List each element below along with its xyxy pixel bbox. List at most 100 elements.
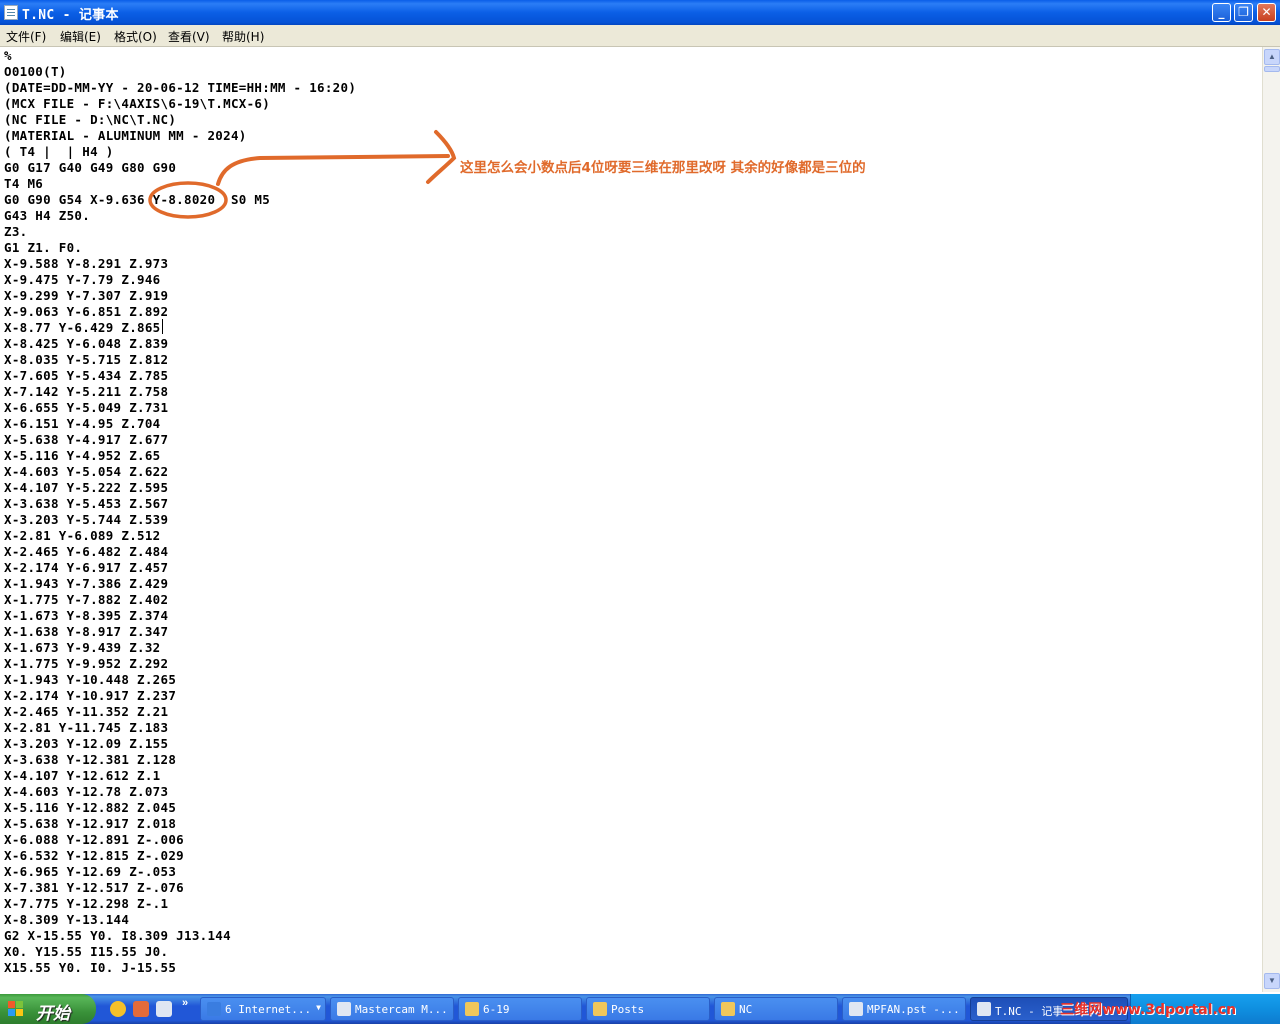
text-line: X-6.532 Y-12.815 Z-.029 — [4, 848, 184, 863]
taskbar-button[interactable]: 6-19 — [458, 997, 582, 1021]
text-line: X-4.603 Y-12.78 Z.073 — [4, 784, 169, 799]
text-line: X-9.063 Y-6.851 Z.892 — [4, 304, 169, 319]
text-line: X-9.299 Y-7.307 Z.919 — [4, 288, 169, 303]
text-line: X-1.673 Y-8.395 Z.374 — [4, 608, 169, 623]
text-line: X-3.638 Y-5.453 Z.567 — [4, 496, 169, 511]
text-line: X-2.81 Y-6.089 Z.512 — [4, 528, 161, 543]
text-line: G0 G90 G54 X-9.636 Y-8.8020 S0 M5 — [4, 192, 271, 207]
menu-format[interactable]: 格式(O) — [114, 28, 157, 45]
text-line: X-6.088 Y-12.891 Z-.006 — [4, 832, 184, 847]
text-line: X-3.638 Y-12.381 Z.128 — [4, 752, 177, 767]
text-line: X-1.673 Y-9.439 Z.32 — [4, 640, 161, 655]
chevron-down-icon: ▼ — [316, 1003, 321, 1012]
text-line: T4 M6 — [4, 176, 44, 191]
text-line: X-2.465 Y-11.352 Z.21 — [4, 704, 169, 719]
text-line: X-5.116 Y-4.952 Z.65 — [4, 448, 161, 463]
scroll-down-button[interactable]: ▼ — [1264, 973, 1280, 989]
menu-edit[interactable]: 编辑(E) — [60, 28, 101, 45]
text-line: X-8.77 Y-6.429 Z.865 — [4, 320, 161, 335]
taskbar-button-label: Posts — [611, 1003, 645, 1016]
text-line: X-6.151 Y-4.95 Z.704 — [4, 416, 161, 431]
taskbar-button[interactable]: Mastercam M... — [330, 997, 454, 1021]
text-line: G43 H4 Z50. — [4, 208, 91, 223]
text-line: X-7.775 Y-12.298 Z-.1 — [4, 896, 169, 911]
text-line: G0 G17 G40 G49 G80 G90 — [4, 160, 177, 175]
notepad-icon — [4, 5, 18, 20]
taskbar-button[interactable]: Posts — [586, 997, 710, 1021]
text-line: X-7.142 Y-5.211 Z.758 — [4, 384, 169, 399]
scroll-up-button[interactable]: ▲ — [1264, 49, 1280, 65]
taskbar-button-label: T.NC - 记事 — [995, 1005, 1064, 1018]
text-line: ( T4 | | H4 ) — [4, 144, 114, 159]
text-line: X-8.425 Y-6.048 Z.839 — [4, 336, 169, 351]
text-line: X-5.116 Y-12.882 Z.045 — [4, 800, 177, 815]
text-line: X-1.943 Y-10.448 Z.265 — [4, 672, 177, 687]
scroll-thumb[interactable] — [1264, 66, 1280, 72]
title-bar: T.NC - 记事本 _ ❐ ✕ — [0, 0, 1280, 25]
taskbar-button[interactable]: 6 Internet... ▼ — [200, 997, 326, 1021]
text-line: X-1.775 Y-7.882 Z.402 — [4, 592, 169, 607]
taskbar-app-icon — [465, 1002, 479, 1016]
watermark-text: 三维网www.3dportal.cn — [1060, 1002, 1237, 1018]
minimize-button[interactable]: _ — [1212, 3, 1231, 22]
text-line: X-1.943 Y-7.386 Z.429 — [4, 576, 169, 591]
annotation-text: 这里怎么会小数点后4位呀要三维在那里改呀 其余的好像都是三位的 — [460, 160, 866, 176]
taskbar-app-icon — [337, 1002, 351, 1016]
quicklaunch-document-icon[interactable] — [156, 1001, 172, 1017]
text-line: X-4.107 Y-12.612 Z.1 — [4, 768, 161, 783]
text-line: G2 X-15.55 Y0. I8.309 J13.144 — [4, 928, 231, 943]
text-line: X-6.655 Y-5.049 Z.731 — [4, 400, 169, 415]
menu-help[interactable]: 帮助(H) — [222, 28, 264, 45]
text-line: X-4.603 Y-5.054 Z.622 — [4, 464, 169, 479]
start-label: 开始 — [36, 1004, 70, 1024]
taskbar-app-icon — [849, 1002, 863, 1016]
text-line: G1 Z1. F0. — [4, 240, 83, 255]
text-caret — [162, 319, 163, 334]
quicklaunch-more-button[interactable]: » — [182, 997, 188, 1009]
text-line: X-3.203 Y-12.09 Z.155 — [4, 736, 169, 751]
menu-bar: 文件(F) 编辑(E) 格式(O) 查看(V) 帮助(H) — [0, 25, 1280, 47]
start-button[interactable]: 开始 — [0, 994, 96, 1024]
taskbar-app-icon — [977, 1002, 991, 1016]
taskbar-button-label: MPFAN.pst -... — [867, 1003, 960, 1016]
close-button[interactable]: ✕ — [1257, 3, 1276, 22]
text-line: X-9.588 Y-8.291 Z.973 — [4, 256, 169, 271]
text-line: Z3. — [4, 224, 28, 239]
text-line: X-7.605 Y-5.434 Z.785 — [4, 368, 169, 383]
text-line: (DATE=DD-MM-YY - 20-06-12 TIME=HH:MM - 1… — [4, 80, 357, 95]
restore-button[interactable]: ❐ — [1234, 3, 1253, 22]
text-line: X-6.965 Y-12.69 Z-.053 — [4, 864, 177, 879]
text-line: X-7.381 Y-12.517 Z-.076 — [4, 880, 184, 895]
text-line: X-1.638 Y-8.917 Z.347 — [4, 624, 169, 639]
text-line: O0100(T) — [4, 64, 67, 79]
window-title: T.NC - 记事本 — [22, 8, 119, 23]
menu-view[interactable]: 查看(V) — [168, 28, 210, 45]
text-line: X-9.475 Y-7.79 Z.946 — [4, 272, 161, 287]
taskbar-app-icon — [593, 1002, 607, 1016]
taskbar-button-label: Mastercam M... — [355, 1003, 448, 1016]
text-line: X-5.638 Y-4.917 Z.677 — [4, 432, 169, 447]
quicklaunch-media-icon[interactable] — [133, 1001, 149, 1017]
taskbar-app-icon — [207, 1002, 221, 1016]
taskbar-button-label: 6 Internet... — [225, 1003, 312, 1016]
text-line: X15.55 Y0. I0. J-15.55 — [4, 960, 177, 975]
menu-file[interactable]: 文件(F) — [6, 28, 46, 45]
text-line: X-8.035 Y-5.715 Z.812 — [4, 352, 169, 367]
text-line: X-2.465 Y-6.482 Z.484 — [4, 544, 169, 559]
text-line: X-2.81 Y-11.745 Z.183 — [4, 720, 169, 735]
taskbar-app-icon — [721, 1002, 735, 1016]
vertical-scrollbar[interactable]: ▲ ▼ — [1262, 47, 1280, 992]
taskbar-button[interactable]: MPFAN.pst -... — [842, 997, 966, 1021]
taskbar-button[interactable]: NC — [714, 997, 838, 1021]
text-line: X-2.174 Y-6.917 Z.457 — [4, 560, 169, 575]
text-editor[interactable]: % O0100(T) (DATE=DD-MM-YY - 20-06-12 TIME=… — [0, 47, 1262, 992]
taskbar-button-label: NC — [739, 1003, 753, 1016]
text-line: (MATERIAL - ALUMINUM MM - 2024) — [4, 128, 247, 143]
text-line: % — [4, 48, 12, 63]
text-line: (MCX FILE - F:\4AXIS\6-19\T.MCX-6) — [4, 96, 271, 111]
text-line: X-4.107 Y-5.222 Z.595 — [4, 480, 169, 495]
quicklaunch-messenger-icon[interactable] — [110, 1001, 126, 1017]
taskbar-button-label: 6-19 — [483, 1003, 510, 1016]
text-line: X-3.203 Y-5.744 Z.539 — [4, 512, 169, 527]
text-line: X-2.174 Y-10.917 Z.237 — [4, 688, 177, 703]
